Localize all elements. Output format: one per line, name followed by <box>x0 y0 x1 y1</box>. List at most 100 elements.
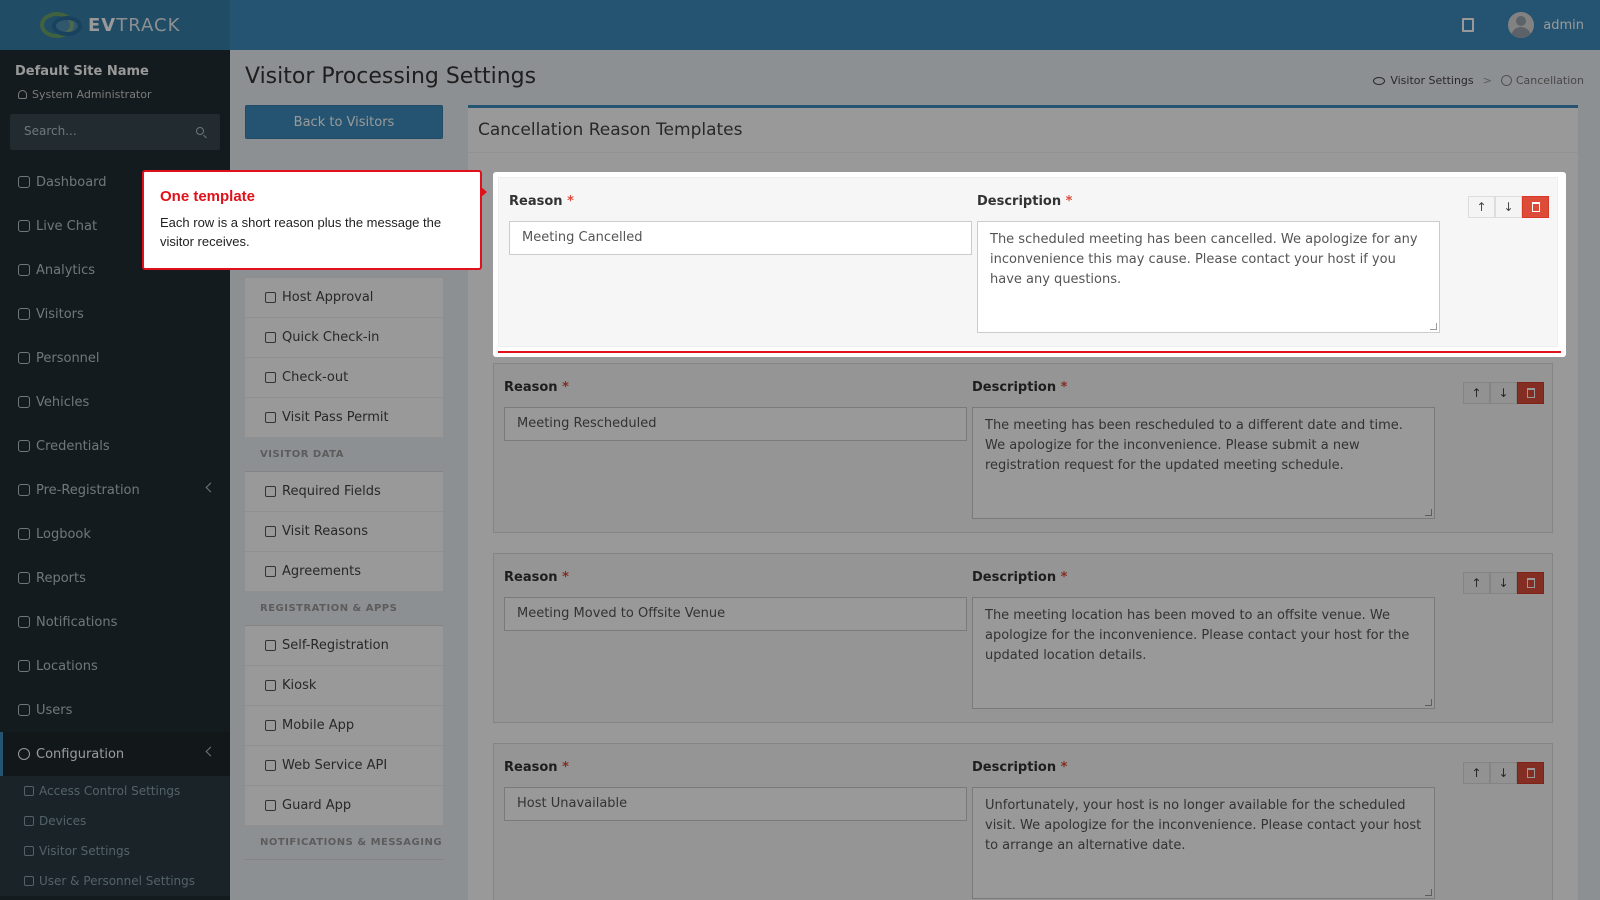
move-down-button[interactable]: ↓ <box>1490 762 1517 784</box>
sidebar-item-locations[interactable]: Locations <box>0 644 230 688</box>
template-row: Reason * Description * Meeting Moved to … <box>493 553 1553 723</box>
page-title: Visitor Processing Settings <box>245 64 537 89</box>
trash-icon <box>1526 388 1535 398</box>
reason-label: Reason * <box>504 570 569 585</box>
move-down-button[interactable]: ↓ <box>1490 572 1517 594</box>
trash-icon <box>1526 578 1535 588</box>
sidebar-item-notifications[interactable]: Notifications <box>0 600 230 644</box>
sidebar-item-configuration[interactable]: Configuration <box>0 732 230 776</box>
map-icon <box>18 660 30 672</box>
delete-button[interactable] <box>1517 762 1544 784</box>
description-textarea[interactable]: The meeting location has been moved to a… <box>972 597 1435 709</box>
subnav-item-host-approval[interactable]: Host Approval <box>245 278 443 318</box>
subnav-item-mobile-app[interactable]: Mobile App <box>245 706 443 746</box>
reason-input[interactable]: Meeting Rescheduled <box>504 407 967 441</box>
move-down-button[interactable]: ↓ <box>1490 382 1517 404</box>
subnav-header-notifications: NOTIFICATIONS & MESSAGING <box>245 826 443 860</box>
template-row: Reason * Description * Host Unavailable … <box>493 743 1553 900</box>
template-row: Reason * Description * Meeting Cancelled… <box>498 177 1558 347</box>
sidebar-item-vehicles[interactable]: Vehicles <box>0 380 230 424</box>
breadcrumb: Visitor Settings > Cancellation <box>1373 74 1584 87</box>
document-icon <box>265 566 276 577</box>
description-label: Description * <box>977 194 1073 209</box>
logo-mark-icon <box>40 10 84 40</box>
subnav-item-visit-reasons[interactable]: Visit Reasons <box>245 512 443 552</box>
subnav-item-guard-app[interactable]: Guard App <box>245 786 443 826</box>
search-input[interactable] <box>24 124 184 138</box>
checklist-icon <box>265 486 276 497</box>
reason-input[interactable]: Meeting Cancelled <box>509 221 972 255</box>
highlight-underline <box>498 351 1561 353</box>
description-label: Description * <box>972 760 1068 775</box>
building-icon[interactable] <box>1462 18 1475 32</box>
car-icon <box>18 396 30 408</box>
mobile-icon <box>265 720 276 731</box>
subnav-item-kiosk[interactable]: Kiosk <box>245 666 443 706</box>
move-up-button[interactable]: ↑ <box>1468 196 1495 218</box>
reason-label: Reason * <box>509 194 574 209</box>
subnav-item-agreements[interactable]: Agreements <box>245 552 443 592</box>
submenu-item-user-personnel[interactable]: User & Personnel Settings <box>0 866 230 896</box>
subnav-item-self-registration[interactable]: Self-Registration <box>245 626 443 666</box>
tooltip-body: Each row is a short reason plus the mess… <box>160 215 442 249</box>
back-to-visitors-button[interactable]: Back to Visitors <box>245 105 443 139</box>
device-icon <box>24 816 34 826</box>
reports-icon <box>18 572 30 584</box>
delete-button[interactable] <box>1517 572 1544 594</box>
subnav-item-required-fields[interactable]: Required Fields <box>245 472 443 512</box>
delete-button[interactable] <box>1517 382 1544 404</box>
configuration-submenu: Access Control Settings Devices Visitor … <box>0 776 230 896</box>
shield-icon <box>265 800 276 811</box>
top-navbar: EVTRACK admin <box>0 0 1600 50</box>
panel-divider <box>468 152 1578 153</box>
tooltip-arrow <box>480 186 487 198</box>
submenu-item-access-control[interactable]: Access Control Settings <box>0 776 230 806</box>
bell-icon <box>18 616 30 628</box>
breadcrumb-visitor-settings[interactable]: Visitor Settings <box>1390 74 1473 87</box>
reason-input[interactable]: Host Unavailable <box>504 787 967 821</box>
sidebar-item-logbook[interactable]: Logbook <box>0 512 230 556</box>
settings-subnav: Host Approval Quick Check-in Check-out V… <box>245 278 443 860</box>
api-icon <box>265 760 276 771</box>
subnav-item-quick-check-in[interactable]: Quick Check-in <box>245 318 443 358</box>
description-textarea[interactable]: The meeting has been rescheduled to a di… <box>972 407 1435 519</box>
eye-icon <box>24 846 34 856</box>
delete-button[interactable] <box>1522 196 1549 218</box>
move-down-button[interactable]: ↓ <box>1495 196 1522 218</box>
monitor-icon <box>265 680 276 691</box>
tooltip-title: One template <box>160 188 256 205</box>
exchange-icon <box>18 484 30 496</box>
sidebar-item-visitors[interactable]: Visitors <box>0 292 230 336</box>
move-up-button[interactable]: ↑ <box>1463 382 1490 404</box>
move-up-button[interactable]: ↑ <box>1463 762 1490 784</box>
submenu-item-visitor-settings[interactable]: Visitor Settings <box>0 836 230 866</box>
qr-icon <box>265 640 276 651</box>
reason-input[interactable]: Meeting Moved to Offsite Venue <box>504 597 967 631</box>
sidebar-item-reports[interactable]: Reports <box>0 556 230 600</box>
cancel-circle-icon <box>1500 75 1512 86</box>
user-menu-name[interactable]: admin <box>1543 18 1584 33</box>
subnav-item-check-out[interactable]: Check-out <box>245 358 443 398</box>
site-name: Default Site Name <box>15 64 149 79</box>
eye-icon <box>1373 76 1386 85</box>
user-icon <box>18 90 27 99</box>
gear-icon <box>18 748 30 760</box>
personnel-icon <box>18 352 30 364</box>
sidebar-item-pre-registration[interactable]: Pre-Registration <box>0 468 230 512</box>
move-up-button[interactable]: ↑ <box>1463 572 1490 594</box>
reason-label: Reason * <box>504 380 569 395</box>
submenu-item-devices[interactable]: Devices <box>0 806 230 836</box>
reason-label: Reason * <box>504 760 569 775</box>
subnav-item-web-service-api[interactable]: Web Service API <box>245 746 443 786</box>
subnav-item-visit-pass-permit[interactable]: Visit Pass Permit <box>245 398 443 438</box>
chevron-left-icon <box>205 482 216 493</box>
sign-out-icon <box>265 372 276 383</box>
description-textarea[interactable]: The scheduled meeting has been cancelled… <box>977 221 1440 333</box>
sidebar-item-users[interactable]: Users <box>0 688 230 732</box>
description-textarea[interactable]: Unfortunately, your host is no longer av… <box>972 787 1435 899</box>
search-icon[interactable] <box>196 127 204 135</box>
sidebar-item-personnel[interactable]: Personnel <box>0 336 230 380</box>
avatar[interactable] <box>1508 12 1535 38</box>
sidebar-item-credentials[interactable]: Credentials <box>0 424 230 468</box>
app-logo[interactable]: EVTRACK <box>0 0 230 50</box>
